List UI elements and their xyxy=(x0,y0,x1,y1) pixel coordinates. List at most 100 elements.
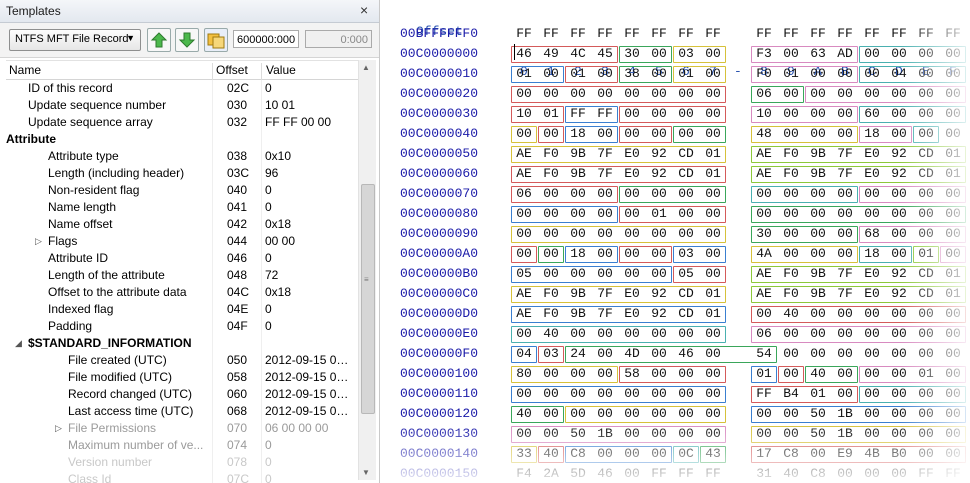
hex-byte[interactable]: 00 xyxy=(751,424,777,444)
hex-byte[interactable]: F3 xyxy=(751,44,777,64)
hex-byte[interactable]: 00 xyxy=(859,404,885,424)
hex-byte[interactable]: 00 xyxy=(859,424,885,444)
hex-byte[interactable]: 01 xyxy=(673,64,699,84)
hex-byte[interactable]: FF xyxy=(646,24,672,44)
hex-byte[interactable]: 2A xyxy=(538,464,564,483)
hex-byte[interactable]: 92 xyxy=(646,304,672,324)
tree-row[interactable]: Offset to the attribute data 04C 0x18 xyxy=(6,284,358,301)
hex-row[interactable]: 00C0000120 40 00 00 00 00 00 00 00 00 00 50 1B 00 00 00… xyxy=(380,404,970,424)
hex-row[interactable]: 00C00000C0 AE F0 9B 7F E0 92 CD 01 AE F0 9B 7F E0 92 CD… xyxy=(380,284,970,304)
hex-byte[interactable]: 06 xyxy=(751,84,777,104)
hex-row[interactable]: 00C0000080 00 00 00 00 00 01 00 00 00 00 00 00 00 00 00… xyxy=(380,204,970,224)
hex-byte[interactable]: 00 xyxy=(619,424,645,444)
hex-row[interactable]: 00C00000A0 00 00 18 00 00 00 03 00 4A 00 00 00 18 00 01… xyxy=(380,244,970,264)
hex-row[interactable]: 00C0000050 AE F0 9B 7F E0 92 CD 01 AE F0 9B 7F E0 92 CD… xyxy=(380,144,970,164)
hex-byte[interactable]: 00 xyxy=(805,124,831,144)
hex-byte[interactable]: 00 xyxy=(511,124,537,144)
hex-byte[interactable]: FF xyxy=(673,24,699,44)
hex-byte[interactable]: 00 xyxy=(940,244,966,264)
hex-byte[interactable]: 00 xyxy=(778,244,804,264)
hex-byte[interactable]: 00 xyxy=(700,244,726,264)
hex-byte[interactable]: 9B xyxy=(565,304,591,324)
hex-byte[interactable]: 06 xyxy=(511,184,537,204)
hex-byte[interactable]: 00 xyxy=(886,344,912,364)
hex-byte[interactable]: 7F xyxy=(592,304,618,324)
hex-byte[interactable]: 00 xyxy=(646,364,672,384)
hex-byte[interactable]: 01 xyxy=(940,264,966,284)
hex-byte[interactable]: 00 xyxy=(778,344,804,364)
hex-byte[interactable]: 9B xyxy=(565,164,591,184)
hex-byte[interactable]: 00 xyxy=(778,204,804,224)
hex-byte[interactable]: 00 xyxy=(913,404,939,424)
hex-byte[interactable]: FF xyxy=(940,24,966,44)
hex-byte[interactable]: 00 xyxy=(832,224,858,244)
hex-byte[interactable]: 00 xyxy=(673,324,699,344)
hex-byte[interactable]: 00 xyxy=(832,324,858,344)
hex-row[interactable]: 00C0000040 00 00 18 00 00 00 00 00 48 00 00 00 18 00 00… xyxy=(380,124,970,144)
hex-byte[interactable]: FF xyxy=(913,464,939,483)
hex-byte[interactable]: FF xyxy=(646,464,672,483)
hex-byte[interactable]: 00 xyxy=(619,384,645,404)
hex-byte[interactable]: 01 xyxy=(940,284,966,304)
hex-byte[interactable]: 00 xyxy=(778,324,804,344)
collapsed-arrow-icon[interactable]: ▷ xyxy=(55,420,62,437)
move-down-button[interactable] xyxy=(175,28,199,52)
hex-byte[interactable]: 00 xyxy=(778,104,804,124)
hex-byte[interactable]: FF xyxy=(751,24,777,44)
hex-byte[interactable]: 01 xyxy=(700,144,726,164)
hex-byte[interactable]: 00 xyxy=(778,124,804,144)
hex-byte[interactable]: 00 xyxy=(778,44,804,64)
hex-byte[interactable]: AE xyxy=(751,164,777,184)
hex-byte[interactable]: 00 xyxy=(619,404,645,424)
hex-byte[interactable]: 00 xyxy=(778,364,804,384)
hex-byte[interactable]: 01 xyxy=(940,144,966,164)
apply-template-button[interactable] xyxy=(204,28,228,52)
hex-byte[interactable]: 01 xyxy=(700,284,726,304)
hex-byte[interactable]: FF xyxy=(778,24,804,44)
hex-byte[interactable]: F0 xyxy=(778,264,804,284)
hex-byte[interactable]: F0 xyxy=(538,144,564,164)
hex-byte[interactable]: F0 xyxy=(538,284,564,304)
hex-byte[interactable]: 00 xyxy=(832,124,858,144)
hex-byte[interactable]: 00 xyxy=(913,224,939,244)
hex-byte[interactable]: 33 xyxy=(511,444,537,464)
hex-byte[interactable]: 01 xyxy=(646,204,672,224)
hex-byte[interactable]: FF xyxy=(940,464,966,483)
hex-byte[interactable]: 00 xyxy=(511,324,537,344)
hex-byte[interactable]: FF xyxy=(751,384,777,404)
hex-byte[interactable]: 40 xyxy=(511,404,537,424)
hex-editor-view[interactable]: Offset 01234567-89ABCDEF 00BFFFFFF0 FF FF F… xyxy=(380,0,970,483)
hex-byte[interactable]: 00 xyxy=(940,184,966,204)
hex-byte[interactable]: 05 xyxy=(673,264,699,284)
hex-byte[interactable]: 06 xyxy=(751,324,777,344)
hex-byte[interactable]: 0C xyxy=(673,444,699,464)
hex-row[interactable]: 00C0000020 00 00 00 00 00 00 00 00 06 00 00 00 00 00 00… xyxy=(380,84,970,104)
hex-byte[interactable]: 00 xyxy=(592,204,618,224)
hex-byte[interactable]: 00 xyxy=(565,264,591,284)
hex-byte[interactable]: AE xyxy=(751,144,777,164)
hex-byte[interactable]: 31 xyxy=(751,464,777,483)
column-header-name[interactable]: Name xyxy=(9,63,41,77)
hex-byte[interactable]: 00 xyxy=(886,44,912,64)
hex-byte[interactable]: FF xyxy=(565,24,591,44)
hex-byte[interactable]: 00 xyxy=(646,104,672,124)
hex-byte[interactable]: 45 xyxy=(592,44,618,64)
hex-byte[interactable]: 00 xyxy=(940,404,966,424)
tree-row[interactable]: Version number 078 0 xyxy=(6,454,358,471)
hex-byte[interactable]: 43 xyxy=(700,444,726,464)
hex-byte[interactable]: 00 xyxy=(805,224,831,244)
hex-byte[interactable]: 00 xyxy=(538,424,564,444)
tree-row[interactable]: Last access time (UTC) 068 2012-09-15 01:.… xyxy=(6,403,358,420)
hex-byte[interactable]: 24 xyxy=(565,344,591,364)
hex-byte[interactable]: 00 xyxy=(700,124,726,144)
hex-byte[interactable]: 03 xyxy=(673,244,699,264)
hex-byte[interactable]: 7F xyxy=(832,284,858,304)
hex-byte[interactable]: 01 xyxy=(913,244,939,264)
hex-byte[interactable]: 18 xyxy=(565,244,591,264)
hex-byte[interactable]: 00 xyxy=(886,324,912,344)
column-header-value[interactable]: Value xyxy=(266,63,296,77)
tree-row[interactable]: ▷ Flags 044 00 00 xyxy=(6,233,358,250)
hex-byte[interactable]: FF xyxy=(592,104,618,124)
hex-byte[interactable]: 00 xyxy=(832,204,858,224)
hex-byte[interactable]: 92 xyxy=(886,264,912,284)
